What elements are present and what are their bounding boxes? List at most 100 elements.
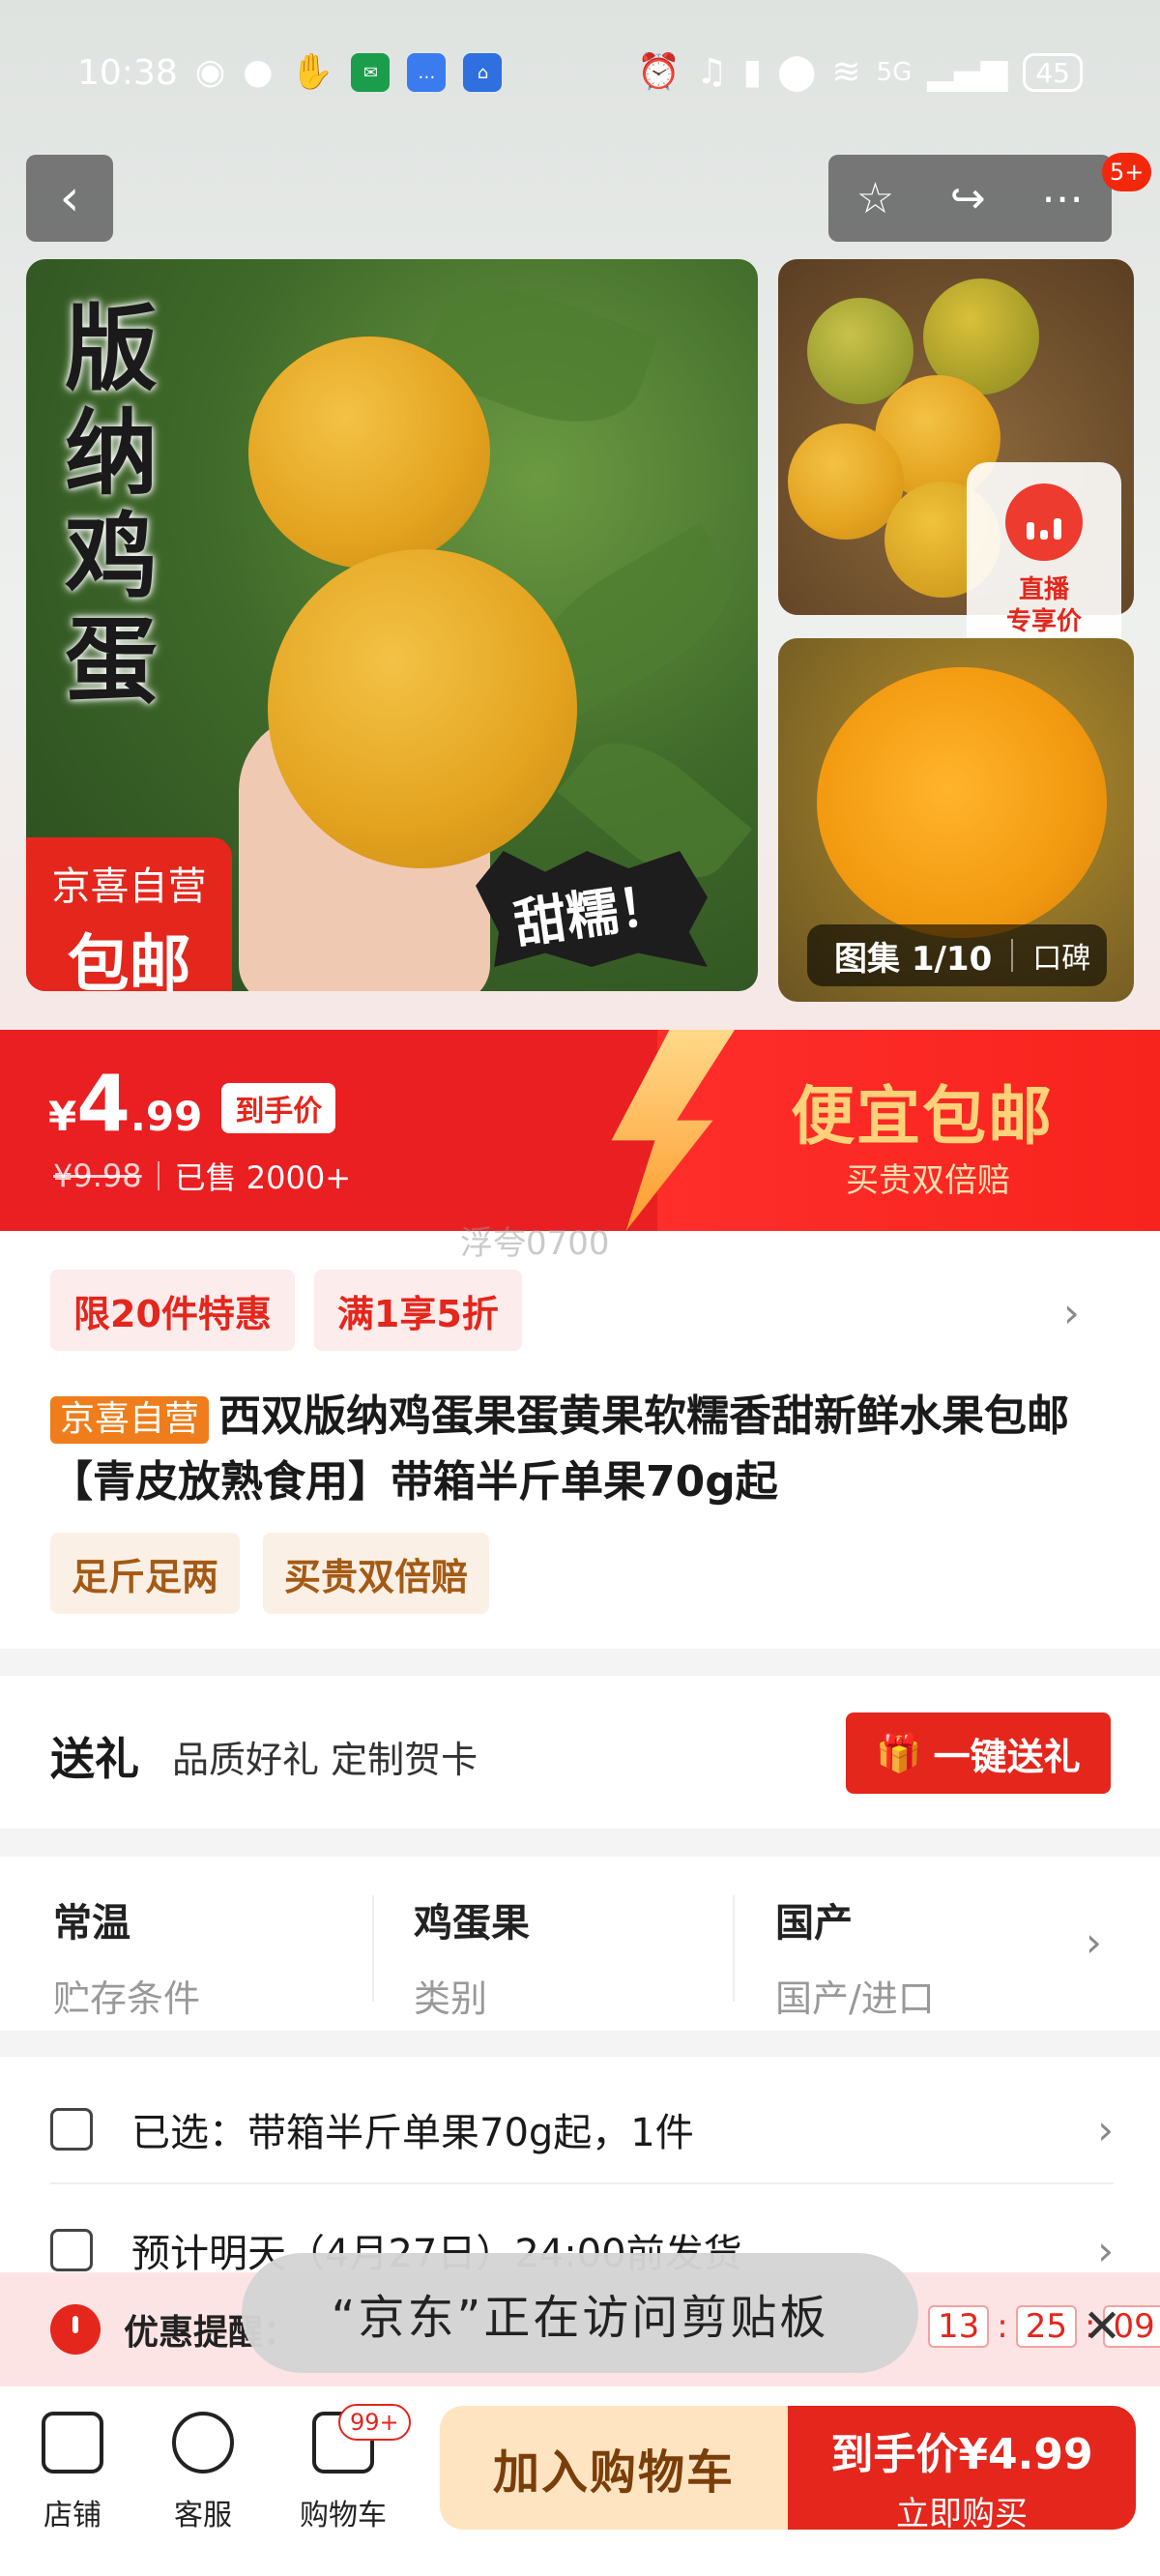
shop-tab[interactable]: 店铺: [19, 2412, 126, 2533]
seller-tag: 京喜自营 包邮: [26, 837, 232, 991]
seller-tag-line1: 京喜自营: [51, 864, 207, 909]
thumbnail-flesh[interactable]: 图集 1/10 口碑: [778, 638, 1134, 1002]
album-divider: [1011, 939, 1014, 972]
buy-price-line: 到手价¥4.99: [830, 2430, 1093, 2479]
reviews-label: 口碑: [1032, 942, 1091, 976]
title-seller-tag: 京喜自营: [50, 1396, 210, 1444]
promo-subtitle: 买贵双倍赔: [846, 1161, 1010, 1200]
price-integer: 4: [76, 1059, 130, 1149]
live-line1: 直播: [1018, 575, 1069, 604]
countdown-timer: 13: 25: 09: [928, 2305, 1160, 2348]
store-icon: [42, 2412, 103, 2474]
sold-count: 已售 2000+: [174, 1159, 352, 1196]
price-row: ¥ 4 .99 到手价: [48, 1059, 336, 1149]
selected-row[interactable]: 已选：带箱半斤单果70g起，1件 ›: [50, 2076, 1114, 2182]
share-icon[interactable]: ↪: [950, 174, 986, 223]
price-decimal: .99: [130, 1093, 203, 1140]
spec-key: 贮存条件: [53, 1977, 201, 2020]
chevron-left-icon: ‹: [59, 169, 80, 227]
spec-value: 鸡蛋果: [414, 1901, 530, 1946]
hand-icon: ✋: [290, 52, 334, 92]
customer-service-icon: [172, 2412, 234, 2474]
price-divider: [157, 1161, 160, 1190]
spec-divider: [733, 1895, 735, 2002]
row-divider: [50, 2182, 1114, 2184]
cart-label: 购物车: [300, 2499, 387, 2532]
live-line2: 专享价: [1005, 606, 1082, 636]
egg-fruit-shape: [268, 549, 577, 868]
star-icon[interactable]: ☆: [856, 174, 894, 223]
chevron-right-icon[interactable]: ›: [1086, 1918, 1102, 1966]
taste-burst: 甜糯！: [476, 851, 708, 967]
price-sub-row: ¥9.98 已售 2000+: [53, 1154, 351, 1198]
spec-category: 鸡蛋果 类别: [414, 1891, 530, 2022]
spec-row[interactable]: 常温 贮存条件 鸡蛋果 类别 国产 国产/进口 ›: [0, 1857, 1160, 2031]
album-label: 图集 1/10: [834, 939, 993, 979]
gift-card: 送礼 品质好礼 定制贺卡 🎁 一键送礼: [0, 1676, 1160, 1829]
spec-key: 类别: [414, 1977, 488, 2020]
timer-minutes: 25: [1015, 2305, 1077, 2348]
message-icon: …: [407, 53, 447, 92]
shop-label: 店铺: [44, 2499, 102, 2532]
seller-tag-line2: 包邮: [67, 929, 191, 991]
chevron-right-icon: ›: [1097, 2226, 1114, 2274]
battery-indicator: 45: [1023, 53, 1083, 92]
status-time: 10:38: [77, 52, 178, 93]
signal-icon: ▂▄▆: [927, 52, 1008, 92]
product-title: 京喜自营 西双版纳鸡蛋果蛋黄果软糯香甜新鲜水果包邮【青皮放熟食用】带箱半斤单果70…: [50, 1384, 1123, 1515]
chevron-right-icon: ›: [1097, 2105, 1114, 2153]
gift-subtitle: 品质好礼 定制贺卡: [172, 1739, 478, 1781]
price-currency: ¥: [48, 1093, 77, 1140]
product-hero: 10:38 ◉ ● ✋ ✉ … ⌂ ⏰ ♫ ▮ ⬤ ≋ 5G ▂▄▆ 45 ‹ …: [0, 0, 1160, 1030]
spec-origin: 国产 国产/进口: [775, 1891, 935, 2022]
chevron-right-icon[interactable]: ›: [1063, 1289, 1080, 1336]
feature-tag: 买贵双倍赔: [263, 1533, 490, 1614]
watermark: 浮夸0700: [460, 1224, 610, 1263]
original-price: ¥9.98: [53, 1157, 142, 1194]
fruit-flesh-shape: [817, 667, 1107, 938]
cart-badge: 99+: [338, 2404, 411, 2441]
feature-tags: 足斤足两 买贵双倍赔: [50, 1533, 490, 1614]
gift-button-label: 一键送礼: [933, 1735, 1081, 1778]
product-info-card: 限20件特惠 满1享5折 › 京喜自营 西双版纳鸡蛋果蛋黄果软糯香甜新鲜水果包邮【…: [0, 1231, 1160, 1649]
spec-storage: 常温 贮存条件: [53, 1891, 200, 2022]
service-tab[interactable]: 客服: [150, 2412, 256, 2533]
alarm-icon: ⏰: [637, 52, 682, 92]
add-to-cart-button[interactable]: 加入购物车: [440, 2406, 788, 2530]
final-price-label: 到手价: [221, 1083, 336, 1133]
headphones-icon: ♫: [696, 52, 728, 92]
post-app-icon: ✉: [351, 53, 391, 92]
buy-now-button[interactable]: 到手价¥4.99 立即购买: [788, 2406, 1136, 2533]
main-product-image[interactable]: 版纳鸡蛋 京喜自营 包邮 甜糯！: [26, 259, 758, 991]
back-button[interactable]: ‹: [26, 155, 113, 242]
gift-title: 送礼: [50, 1733, 139, 1785]
live-price-card[interactable]: 直播 专享价: [967, 462, 1121, 660]
gift-button[interactable]: 🎁 一键送礼: [846, 1712, 1111, 1794]
live-icon: [1005, 483, 1083, 561]
wechat-icon: ●: [243, 52, 274, 92]
spec-divider: [372, 1895, 374, 2002]
spec-key: 国产/进口: [775, 1977, 935, 2020]
coupon-limited[interactable]: 限20件特惠: [50, 1270, 295, 1351]
image-title: 版纳鸡蛋: [65, 295, 158, 716]
album-tag[interactable]: 图集 1/10 口碑: [807, 924, 1107, 986]
coupon-discount[interactable]: 满1享5折: [313, 1270, 522, 1351]
promo-title: 便宜包邮: [791, 1079, 1054, 1154]
clipboard-toast: “京东”正在访问剪贴板: [242, 2253, 918, 2373]
close-icon[interactable]: ✕: [1083, 2299, 1121, 2354]
eye-icon: ◉: [194, 52, 226, 92]
timer-hours: 13: [928, 2305, 990, 2348]
network-type: 5G: [876, 58, 913, 87]
clock-icon: [50, 2304, 101, 2355]
gift-icon: 🎁: [876, 1731, 922, 1774]
spec-value: 国产: [775, 1901, 853, 1946]
egg-fruit-shape: [248, 337, 490, 569]
wifi-icon: ≋: [831, 52, 861, 92]
sim-icon: ▮: [742, 52, 763, 92]
truck-icon: [50, 2229, 93, 2271]
location-icon: ⬤: [777, 52, 817, 92]
message-badge: 5+: [1102, 153, 1152, 191]
coupon-list[interactable]: 限20件特惠 满1享5折: [50, 1270, 522, 1351]
more-icon[interactable]: ⋯: [1041, 174, 1084, 223]
checklist-icon: [50, 2108, 93, 2151]
